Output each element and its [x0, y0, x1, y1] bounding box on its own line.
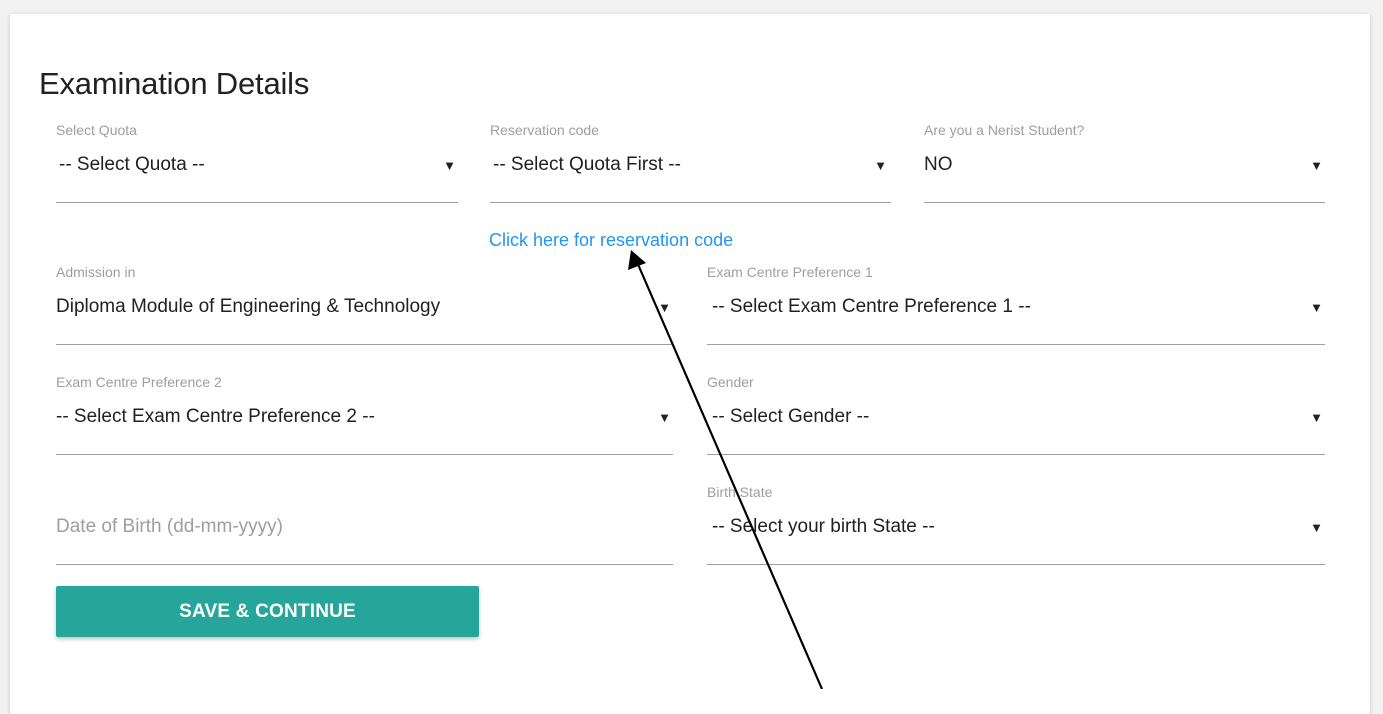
- dropdown-caret-icon: ▼: [443, 158, 456, 173]
- dropdown-caret-icon: ▼: [658, 410, 671, 425]
- exam-centre-1-label: Exam Centre Preference 1: [707, 264, 873, 280]
- dropdown-caret-icon: ▼: [1310, 158, 1323, 173]
- save-continue-button[interactable]: SAVE & CONTINUE: [56, 586, 479, 637]
- examination-details-card: Examination Details Select Quota -- Sele…: [10, 14, 1370, 714]
- gender-value: -- Select Gender --: [712, 406, 870, 427]
- exam-centre-2-label: Exam Centre Preference 2: [56, 374, 222, 390]
- date-of-birth-input[interactable]: Date of Birth (dd-mm-yyyy): [56, 484, 673, 565]
- reservation-code-select[interactable]: Reservation code -- Select Quota First -…: [490, 122, 891, 203]
- exam-centre-1-value: -- Select Exam Centre Preference 1 --: [712, 296, 1031, 317]
- quota-label: Select Quota: [56, 122, 137, 138]
- gender-select[interactable]: Gender -- Select Gender -- ▼: [707, 374, 1325, 455]
- birth-state-select[interactable]: Birth State -- Select your birth State -…: [707, 484, 1325, 565]
- dropdown-caret-icon: ▼: [1310, 410, 1323, 425]
- page-title: Examination Details: [39, 66, 310, 101]
- exam-centre-1-select[interactable]: Exam Centre Preference 1 -- Select Exam …: [707, 264, 1325, 345]
- nerist-student-value: NO: [924, 154, 953, 175]
- gender-label: Gender: [707, 374, 754, 390]
- birth-state-value: -- Select your birth State --: [712, 516, 935, 537]
- reservation-code-value: -- Select Quota First --: [493, 154, 681, 175]
- exam-centre-2-select[interactable]: Exam Centre Preference 2 -- Select Exam …: [56, 374, 673, 455]
- admission-in-select[interactable]: Admission in Diploma Module of Engineeri…: [56, 264, 673, 345]
- dropdown-caret-icon: ▼: [658, 300, 671, 315]
- admission-in-value: Diploma Module of Engineering & Technolo…: [56, 296, 441, 317]
- quota-select[interactable]: Select Quota -- Select Quota -- ▼: [56, 122, 458, 203]
- dropdown-caret-icon: ▼: [1310, 300, 1323, 315]
- nerist-student-label: Are you a Nerist Student?: [924, 122, 1085, 138]
- date-of-birth-placeholder: Date of Birth (dd-mm-yyyy): [56, 516, 283, 537]
- reservation-code-link[interactable]: Click here for reservation code: [489, 230, 733, 251]
- nerist-student-select[interactable]: Are you a Nerist Student? NO ▼: [924, 122, 1325, 203]
- quota-value: -- Select Quota --: [59, 154, 205, 175]
- birth-state-label: Birth State: [707, 484, 773, 500]
- admission-in-label: Admission in: [56, 264, 136, 280]
- exam-centre-2-value: -- Select Exam Centre Preference 2 --: [56, 406, 375, 427]
- dropdown-caret-icon: ▼: [1310, 520, 1323, 535]
- dropdown-caret-icon: ▼: [874, 158, 887, 173]
- reservation-code-label: Reservation code: [490, 122, 599, 138]
